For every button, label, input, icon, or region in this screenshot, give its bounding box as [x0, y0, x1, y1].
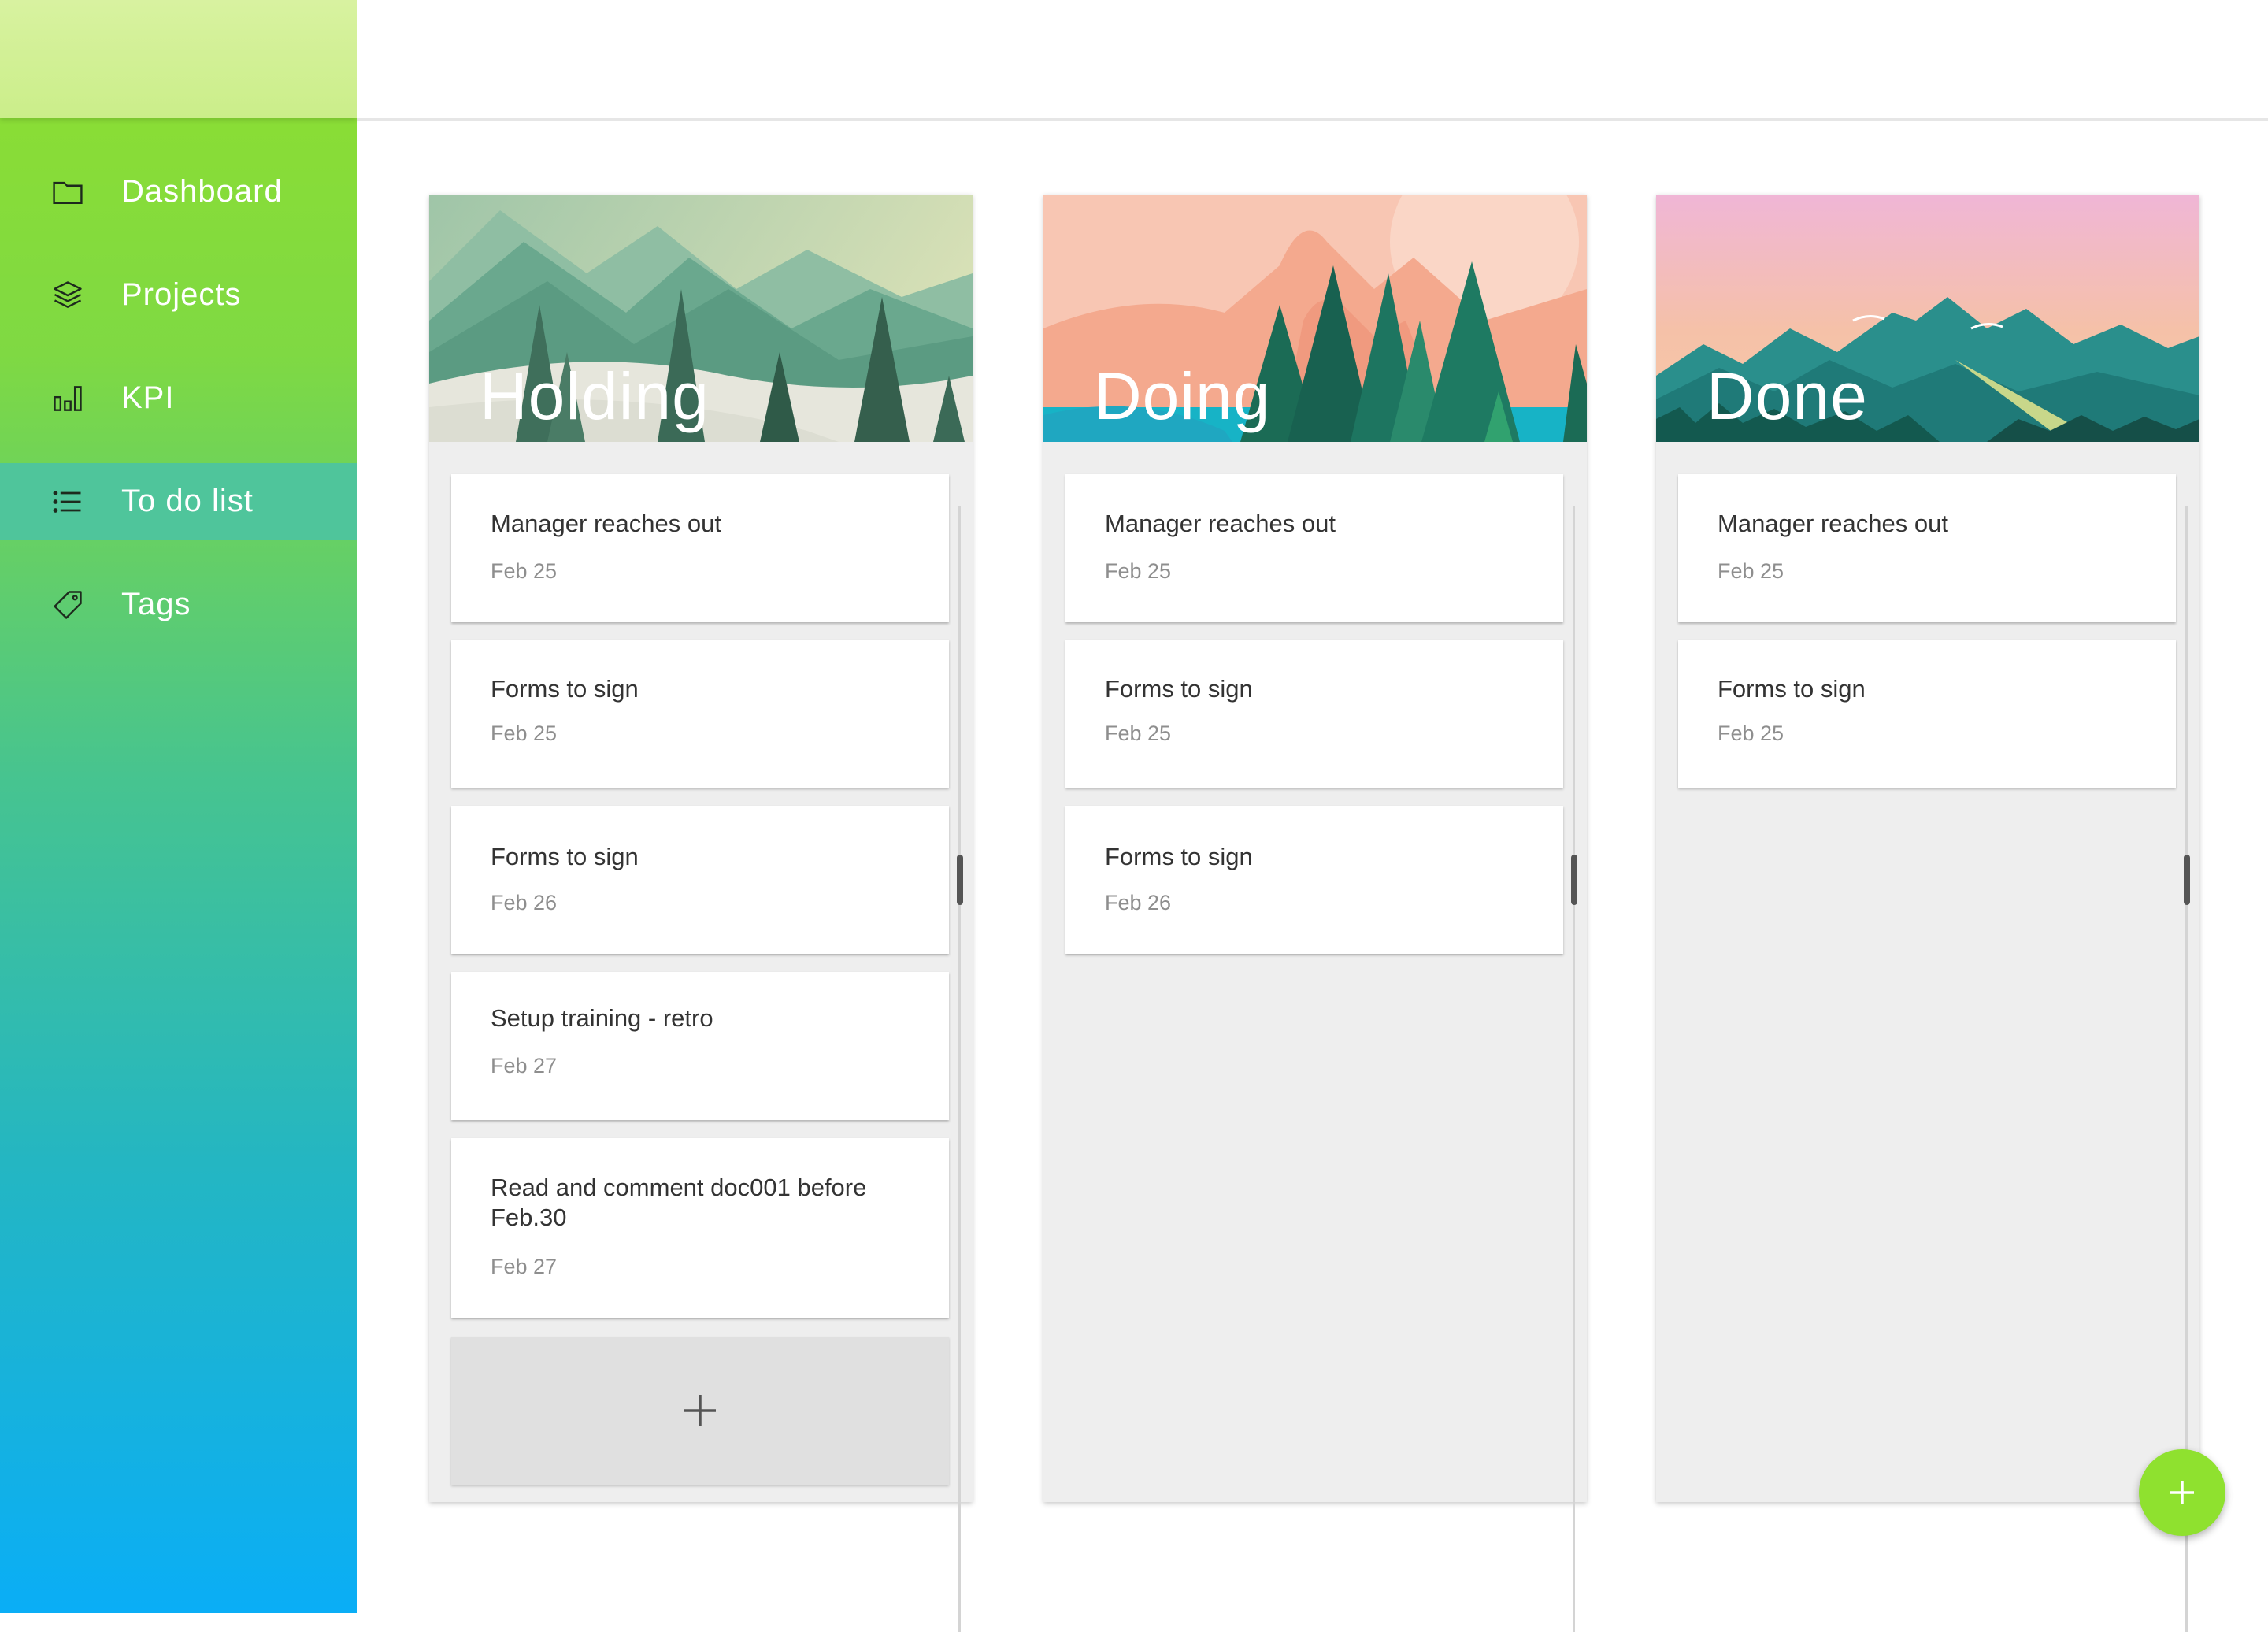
card-title: Read and comment doc001 before Feb.30: [491, 1174, 867, 1231]
card-title: Setup training - retro: [491, 1004, 713, 1032]
card-date: Feb 25: [491, 559, 558, 583]
card-title: Forms to sign: [491, 675, 639, 703]
card-date: Feb 26: [1105, 891, 1172, 914]
card-date: Feb 26: [491, 891, 558, 914]
card-date: Feb 25: [1718, 721, 1784, 745]
card-date: Feb 25: [1105, 721, 1172, 745]
task-card[interactable]: Forms to sign Feb 26: [451, 806, 949, 954]
sidebar-header: [0, 0, 357, 118]
task-card[interactable]: Forms to sign Feb 25: [1678, 640, 2176, 788]
task-card[interactable]: Read and comment doc001 before Feb.30 Fe…: [451, 1138, 949, 1318]
sidebar-item-todo[interactable]: To do list: [0, 463, 357, 540]
task-card[interactable]: Manager reaches out Feb 25: [1678, 474, 2176, 622]
scrollbar-thumb[interactable]: [957, 855, 963, 905]
floating-add-button[interactable]: [2139, 1449, 2225, 1536]
scrollbar-thumb[interactable]: [2184, 855, 2190, 905]
card-title: Manager reaches out: [1718, 510, 1948, 537]
column-title: Holding: [480, 359, 710, 433]
task-card[interactable]: Manager reaches out Feb 25: [1065, 474, 1563, 622]
scrollbar-thumb[interactable]: [1571, 855, 1577, 905]
tag-icon: [49, 586, 87, 624]
card-title: Forms to sign: [1718, 675, 1866, 703]
sidebar: Dashboard Projects KPI To do list Tags: [0, 0, 357, 1613]
task-card[interactable]: Setup training - retro Feb 27: [451, 972, 949, 1120]
sidebar-item-label: Tags: [121, 587, 191, 621]
layers-icon: [49, 276, 87, 314]
folder-icon: [49, 173, 87, 211]
list-icon: [49, 483, 87, 521]
sidebar-nav: Dashboard Projects KPI To do list Tags: [0, 154, 357, 669]
card-date: Feb 25: [491, 721, 558, 745]
column-title: Done: [1707, 359, 1868, 433]
card-title: Manager reaches out: [491, 510, 721, 537]
card-date: Feb 25: [1718, 559, 1784, 583]
sidebar-item-projects[interactable]: Projects: [0, 257, 357, 333]
scrollbar-track: [1573, 506, 1575, 1632]
sidebar-item-label: Projects: [121, 277, 242, 312]
board-column-doing: Doing Manager reaches out Feb 25 Forms t…: [1043, 195, 1587, 1632]
bar-chart-icon: [49, 380, 87, 417]
column-title: Doing: [1094, 359, 1271, 433]
board-column-done: Done Manager reaches out Feb 25 Forms to…: [1656, 195, 2199, 1632]
card-date: Feb 27: [491, 1255, 558, 1278]
card-title: Manager reaches out: [1105, 510, 1336, 537]
board-column-holding: Holding Manager reaches out Feb 25 Forms…: [429, 195, 973, 1632]
card-title: Forms to sign: [1105, 675, 1253, 703]
task-card[interactable]: Forms to sign Feb 26: [1065, 806, 1563, 954]
top-bar: [357, 0, 2268, 121]
card-date: Feb 25: [1105, 559, 1172, 583]
card-title: Forms to sign: [491, 843, 639, 870]
sidebar-item-label: To do list: [121, 484, 254, 518]
plus-icon: [2170, 1481, 2194, 1504]
sidebar-item-tags[interactable]: Tags: [0, 566, 357, 643]
sidebar-item-dashboard[interactable]: Dashboard: [0, 154, 357, 230]
plus-icon: [684, 1395, 716, 1426]
sidebar-item-kpi[interactable]: KPI: [0, 360, 357, 436]
task-card[interactable]: Forms to sign Feb 25: [451, 640, 949, 788]
card-title: Forms to sign: [1105, 843, 1253, 870]
task-card[interactable]: Manager reaches out Feb 25: [451, 474, 949, 622]
card-date: Feb 27: [491, 1054, 558, 1077]
sidebar-item-label: Dashboard: [121, 174, 283, 209]
add-card-button[interactable]: [451, 1337, 949, 1485]
task-card[interactable]: Forms to sign Feb 25: [1065, 640, 1563, 788]
scrollbar-track: [958, 506, 961, 1632]
sidebar-item-label: KPI: [121, 380, 175, 415]
